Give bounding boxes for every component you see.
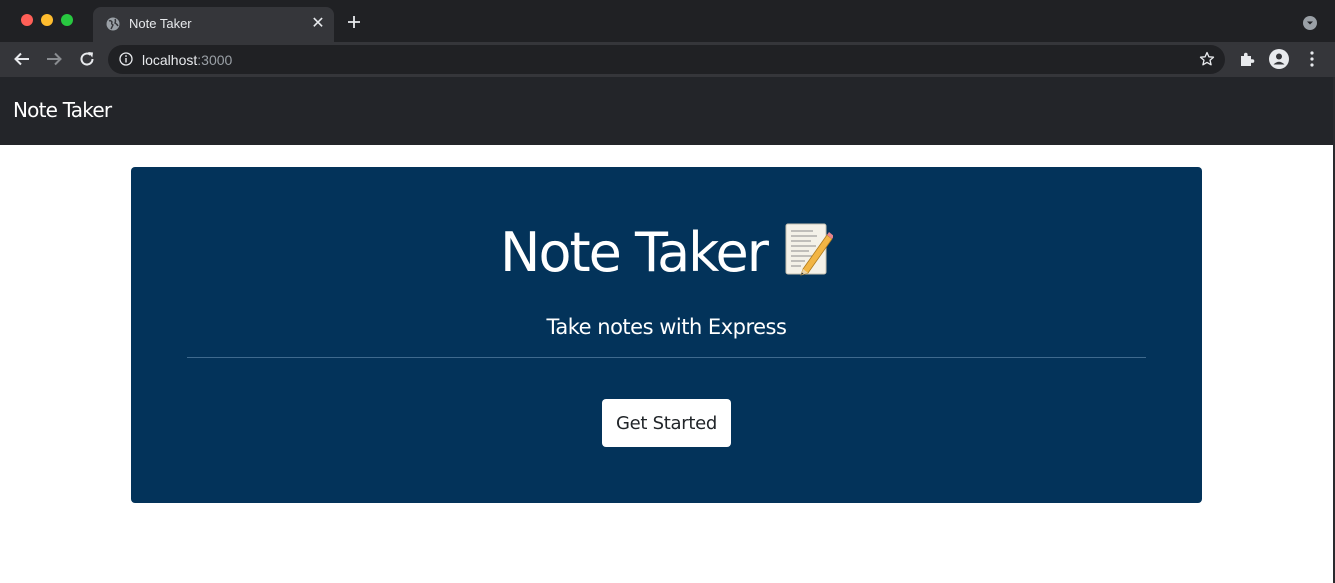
browser-tab[interactable]: Note Taker ✕ xyxy=(93,7,334,42)
bookmark-star-icon[interactable] xyxy=(1199,51,1215,67)
minimize-window-button[interactable] xyxy=(41,14,53,26)
forward-arrow-icon[interactable] xyxy=(45,50,63,68)
get-started-button[interactable]: Get Started xyxy=(602,399,731,447)
maximize-window-button[interactable] xyxy=(61,14,73,26)
url-port: :3000 xyxy=(197,52,233,68)
browser-toolbar: localhost:3000 xyxy=(0,42,1335,77)
profile-avatar-icon[interactable] xyxy=(1269,49,1289,69)
reload-icon[interactable] xyxy=(78,50,96,68)
site-info-icon[interactable] xyxy=(119,52,133,66)
globe-icon xyxy=(106,17,120,31)
hero-title: Note Taker xyxy=(131,221,1202,284)
site-navbar: Note Taker xyxy=(0,77,1333,145)
browser-tab-strip: Note Taker ✕ xyxy=(0,0,1335,42)
hero-jumbotron: Note Taker Take notes with Express Get S… xyxy=(131,167,1202,503)
hero-title-text: Note Taker xyxy=(500,221,769,284)
extensions-puzzle-icon[interactable] xyxy=(1238,50,1256,68)
close-window-button[interactable] xyxy=(21,14,33,26)
hero-divider xyxy=(187,357,1146,358)
close-tab-icon[interactable]: ✕ xyxy=(310,16,326,32)
url-text[interactable]: localhost:3000 xyxy=(142,52,232,68)
navbar-brand[interactable]: Note Taker xyxy=(13,98,112,122)
hero-subtitle: Take notes with Express xyxy=(546,315,787,339)
tab-search-icon[interactable] xyxy=(1303,16,1317,30)
url-host: localhost xyxy=(142,52,198,68)
address-bar[interactable]: localhost:3000 xyxy=(108,45,1225,74)
tab-title: Note Taker xyxy=(129,16,192,31)
browser-menu-icon[interactable] xyxy=(1305,50,1319,68)
new-tab-icon[interactable] xyxy=(345,13,363,31)
memo-pencil-icon xyxy=(785,223,833,276)
back-arrow-icon[interactable] xyxy=(13,50,31,68)
